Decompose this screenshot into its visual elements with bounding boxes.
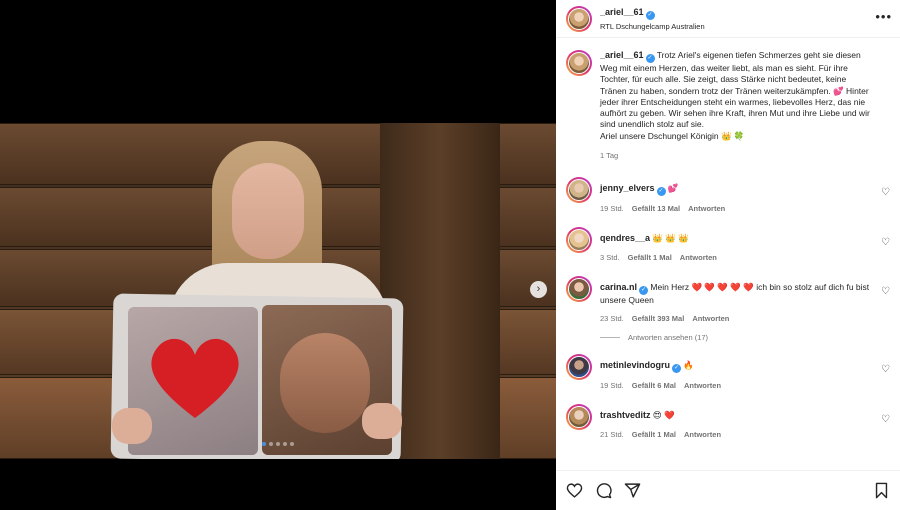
- comment-item: carina.nl ✓ Mein Herz ❤️ ❤️ ❤️ ❤️ ❤️ ich …: [566, 275, 890, 323]
- caption-username[interactable]: _ariel__61: [600, 50, 644, 60]
- replies-line: [600, 337, 620, 339]
- comment-text: 💕: [667, 183, 679, 194]
- carousel-dot: [262, 442, 266, 446]
- post-caption: _ariel__61 ✓ Trotz Ariel's eigenen tiefen…: [566, 50, 890, 161]
- comment-time[interactable]: 3 Std.: [600, 253, 620, 262]
- comment-text: 🔥: [683, 360, 694, 371]
- next-slide-button[interactable]: ›: [530, 281, 547, 298]
- man-face: [280, 333, 370, 433]
- like-heart-icon[interactable]: ♡: [881, 237, 890, 248]
- avatar[interactable]: [566, 354, 592, 381]
- post-location[interactable]: RTL Dschungelcamp Australien: [600, 22, 705, 31]
- comment-time[interactable]: 21 Std.: [600, 430, 624, 439]
- avatar[interactable]: [566, 275, 592, 302]
- comment-username[interactable]: jenny_elvers: [600, 183, 655, 193]
- carousel-dot: [290, 442, 294, 446]
- avatar[interactable]: [566, 50, 592, 76]
- comment-likes[interactable]: Gefällt 393 Mal: [632, 314, 685, 323]
- comment-likes[interactable]: Gefällt 1 Mal: [632, 430, 676, 439]
- comment-item: jenny_elvers ✓ 💕 19 Std. Gefällt 13 Mal A…: [566, 177, 890, 213]
- hand-right: [362, 403, 402, 439]
- post-photo[interactable]: [0, 123, 556, 459]
- view-replies-label[interactable]: Antworten ansehen (17): [628, 333, 708, 342]
- post-panel: _ariel__61 ✓ RTL Dschungelcamp Australien…: [556, 0, 900, 510]
- comment-text: 😍 ❤️: [652, 410, 675, 421]
- verified-badge-icon: ✓: [645, 54, 655, 63]
- comment-time[interactable]: 19 Std.: [600, 381, 624, 390]
- reply-button[interactable]: Antworten: [680, 253, 717, 262]
- avatar[interactable]: [566, 5, 592, 32]
- comment-text: 👑 👑 👑: [652, 233, 689, 244]
- comments-scroll[interactable]: _ariel__61 ✓ Trotz Ariel's eigenen tiefen…: [556, 38, 900, 470]
- comment-item: trashtveditz 😍 ❤️ 21 Std. Gefällt 1 Mal …: [566, 404, 890, 439]
- comment-username[interactable]: carina.nl: [600, 282, 637, 292]
- reply-button[interactable]: Antworten: [688, 204, 725, 213]
- verified-badge-icon: ✓: [656, 187, 666, 197]
- verified-badge-icon: ✓: [639, 285, 649, 295]
- comment-username[interactable]: metinlevindogru: [600, 360, 670, 370]
- like-heart-icon[interactable]: ♡: [881, 187, 890, 198]
- caption-line2: Ariel unsere Dschungel Königin 👑 🍀: [600, 130, 745, 141]
- comment-time[interactable]: 19 Std.: [600, 204, 624, 213]
- comment-username[interactable]: qendres__a: [600, 233, 650, 243]
- caption-text: Trotz Ariel's eigenen tiefen Schmerzes g…: [600, 50, 870, 130]
- comment-likes[interactable]: Gefällt 6 Mal: [632, 381, 676, 390]
- avatar[interactable]: [566, 177, 592, 204]
- post-media: ›: [0, 0, 556, 510]
- reply-button[interactable]: Antworten: [684, 430, 721, 439]
- carousel-dot: [269, 442, 273, 446]
- reply-button[interactable]: Antworten: [692, 314, 729, 323]
- hand-left: [112, 408, 152, 444]
- caption-time[interactable]: 1 Tag: [600, 150, 872, 161]
- heart-shape: [151, 338, 239, 418]
- author-username[interactable]: _ariel__61: [600, 7, 644, 17]
- more-horizontal-icon[interactable]: •••: [875, 10, 892, 23]
- carousel-dots: [0, 442, 556, 446]
- like-icon[interactable]: [566, 482, 583, 499]
- carousel-dot: [276, 442, 280, 446]
- like-heart-icon[interactable]: ♡: [881, 414, 890, 425]
- reply-button[interactable]: Antworten: [684, 381, 721, 390]
- comment-item: qendres__a 👑 👑 👑 3 Std. Gefällt 1 Mal An…: [566, 227, 890, 262]
- bookmark-icon[interactable]: [873, 482, 890, 499]
- comment-item: metinlevindogru ✓ 🔥 19 Std. Gefällt 6 Mal…: [566, 354, 890, 390]
- view-replies-button[interactable]: Antworten ansehen (17): [600, 333, 890, 342]
- carousel-dot: [283, 442, 287, 446]
- comment-icon[interactable]: [595, 482, 612, 499]
- comment-time[interactable]: 23 Std.: [600, 314, 624, 323]
- comment-likes[interactable]: Gefällt 13 Mal: [632, 204, 680, 213]
- post-actions-bar: [556, 470, 900, 510]
- comment-likes[interactable]: Gefällt 1 Mal: [628, 253, 672, 262]
- verified-badge-icon: ✓: [645, 10, 655, 20]
- instagram-post-modal: › _ariel__61 ✓ RTL Dschungelcamp Australi…: [0, 0, 900, 510]
- like-heart-icon[interactable]: ♡: [881, 364, 890, 375]
- share-icon[interactable]: [624, 482, 641, 499]
- avatar[interactable]: [566, 404, 592, 431]
- post-header: _ariel__61 ✓ RTL Dschungelcamp Australien…: [556, 0, 900, 38]
- like-heart-icon[interactable]: ♡: [881, 286, 890, 297]
- avatar[interactable]: [566, 227, 592, 254]
- comment-username[interactable]: trashtveditz: [600, 410, 651, 420]
- verified-badge-icon: ✓: [672, 364, 682, 374]
- person-face: [232, 163, 304, 259]
